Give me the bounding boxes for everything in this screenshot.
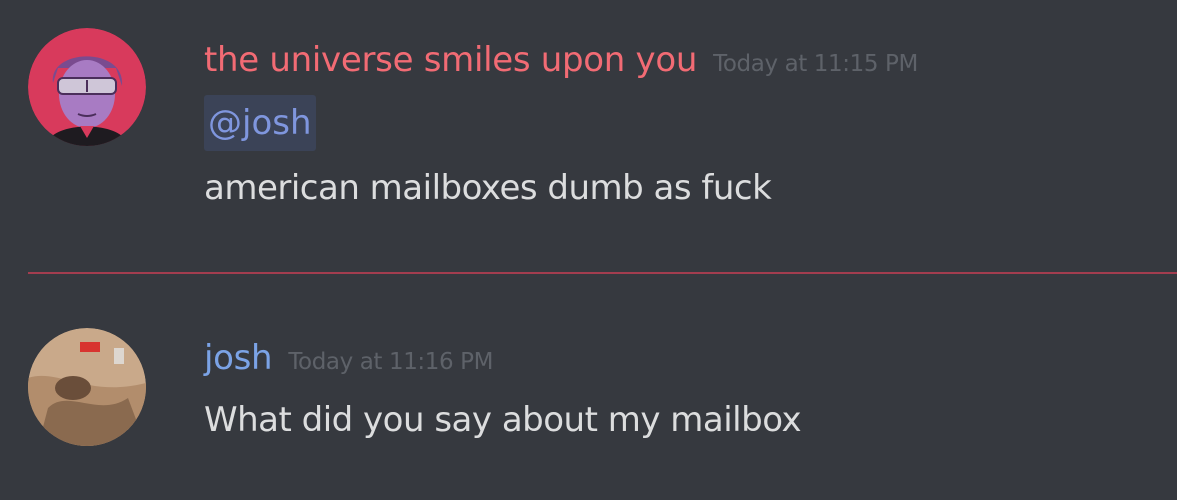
user-avatar[interactable] [28,328,146,446]
message-header-2: josh Today at 11:16 PM [204,338,493,378]
user-avatar[interactable] [28,28,146,146]
timestamp: Today at 11:15 PM [713,51,918,77]
new-messages-divider [28,272,1177,274]
message-text: What did you say about my mailbox [204,400,802,440]
timestamp: Today at 11:16 PM [288,349,494,375]
username[interactable]: josh [204,338,273,378]
username[interactable]: the universe smiles upon you [204,40,697,80]
avatar-photo-icon [28,328,146,446]
user-mention[interactable]: @josh [204,95,316,151]
message-header-1: the universe smiles upon you Today at 11… [204,40,918,80]
chat-messages: the universe smiles upon you Today at 11… [0,0,1177,500]
avatar-illustration-icon [28,28,146,146]
message-1 [0,0,1177,250]
message-text: american mailboxes dumb as fuck [204,168,772,208]
